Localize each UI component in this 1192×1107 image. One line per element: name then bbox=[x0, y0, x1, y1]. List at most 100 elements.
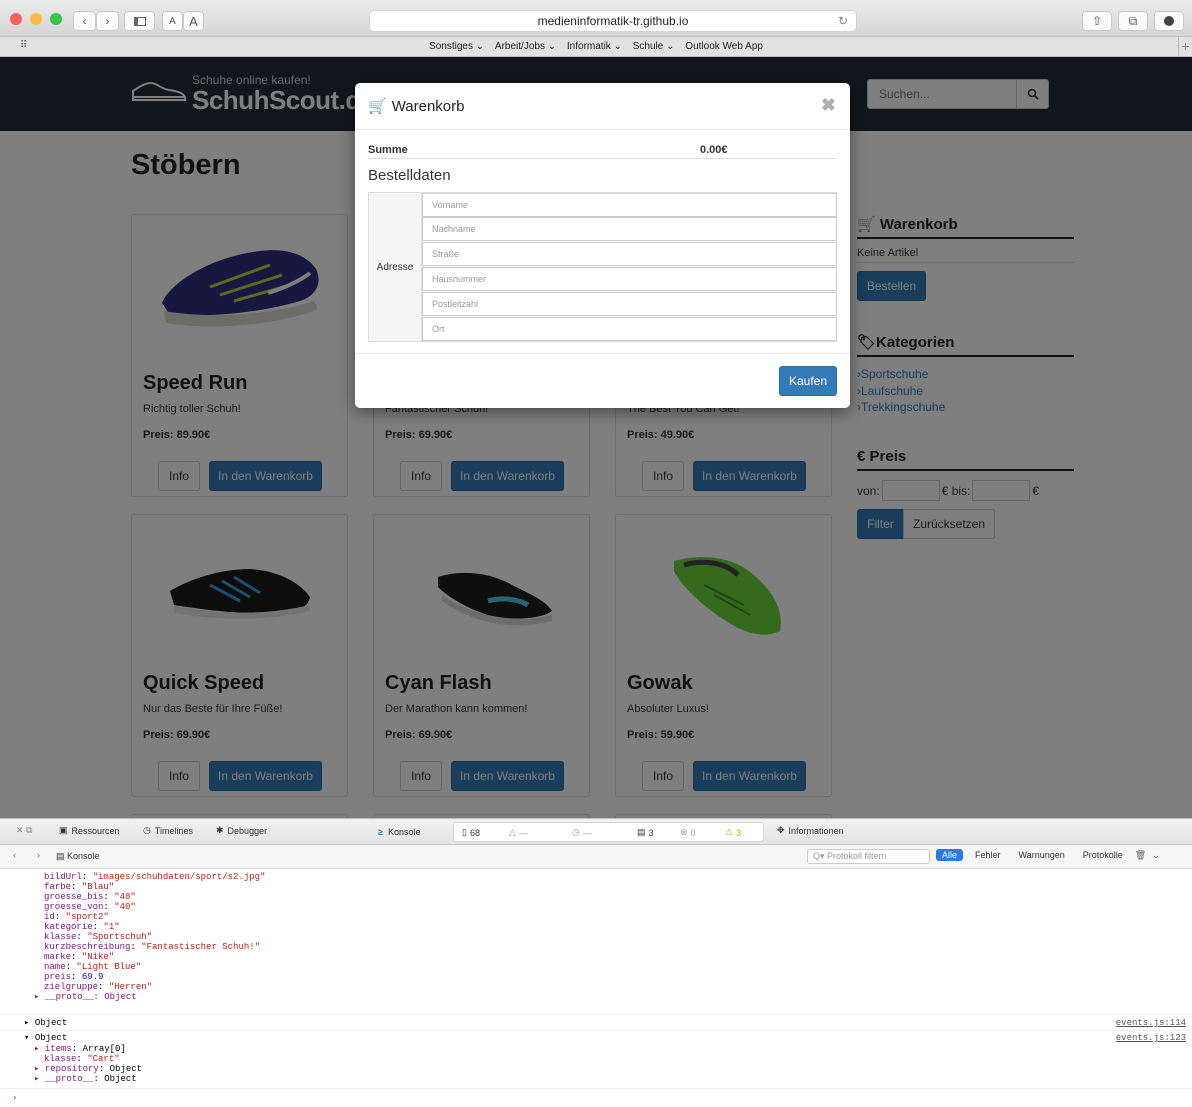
resources-icon: ▣ bbox=[59, 825, 68, 835]
reload-icon[interactable]: ↻ bbox=[838, 14, 848, 28]
source-link[interactable]: events.js:123 bbox=[1116, 1033, 1186, 1043]
console-prop: kategorie: "1" bbox=[44, 922, 120, 932]
console-divider bbox=[0, 1030, 1192, 1031]
log-filter-input[interactable]: Q▾ Protokoll filtern bbox=[807, 849, 930, 864]
city-field[interactable]: Ort bbox=[422, 317, 837, 341]
house-number-field[interactable]: Hausnummer bbox=[422, 267, 837, 291]
console-prop: farbe: "Blau" bbox=[44, 882, 115, 892]
url-text: medieninformatik-tr.github.io bbox=[537, 14, 689, 28]
bookmark-sonstiges[interactable]: Sonstiges ⌄ bbox=[429, 41, 484, 52]
scope-warnings[interactable]: Warnungen bbox=[1013, 849, 1071, 861]
console-breadcrumb[interactable]: ▤ Konsole bbox=[56, 851, 100, 862]
console-prop: klasse: "Cart" bbox=[44, 1054, 120, 1064]
bookmark-outlook[interactable]: Outlook Web App bbox=[685, 41, 763, 52]
bookmark-arbeit-jobs[interactable]: Arbeit/Jobs ⌄ bbox=[495, 41, 556, 52]
back-icon[interactable]: ‹ bbox=[13, 850, 16, 860]
forward-button[interactable]: › bbox=[96, 11, 119, 31]
console-prop[interactable]: ▸ __proto__: Object bbox=[34, 1074, 137, 1084]
tab-timelines[interactable]: ◷ Timelines bbox=[143, 825, 193, 836]
bookmark-informatik[interactable]: Informatik ⌄ bbox=[567, 41, 622, 52]
console-prop: name: "Light Blue" bbox=[44, 962, 142, 972]
bookmark-schule[interactable]: Schule ⌄ bbox=[633, 41, 675, 52]
modal-footer: Kaufen bbox=[355, 353, 850, 408]
sidebar-toggle-button[interactable] bbox=[124, 11, 155, 31]
time-count[interactable]: ◷ — bbox=[572, 827, 592, 838]
address-bar[interactable]: medieninformatik-tr.github.io ↻ bbox=[369, 10, 857, 32]
address-label: Adresse bbox=[369, 193, 422, 341]
close-icon[interactable]: ✖ bbox=[821, 95, 836, 116]
chevron-right-icon: › bbox=[105, 14, 110, 28]
close-devtools-icon[interactable]: ✕ ⧉ bbox=[16, 825, 32, 836]
scope-logs[interactable]: Protokolle bbox=[1077, 849, 1129, 861]
tab-debugger[interactable]: ✱ Debugger bbox=[216, 825, 267, 836]
message-count[interactable]: ▤ 3 bbox=[637, 827, 654, 838]
buy-button[interactable]: Kaufen bbox=[779, 366, 837, 396]
devtools-tab-bar: ✕ ⧉ ▣ Ressourcen ◷ Timelines ✱ Debugger ≥ K… bbox=[0, 818, 1192, 845]
last-name-field[interactable]: Nachname bbox=[422, 217, 837, 241]
network-icon: △ bbox=[509, 827, 516, 837]
console-prop: preis: 69.9 bbox=[44, 972, 104, 982]
tab-console[interactable]: ≥ Konsole bbox=[378, 821, 450, 843]
tab-information[interactable]: ✥ Informationen bbox=[777, 825, 844, 836]
console-prop[interactable]: ▸ items: Array[0] bbox=[34, 1044, 126, 1054]
tab-resources[interactable]: ▣ Ressourcen bbox=[59, 825, 120, 836]
network-count[interactable]: △ — bbox=[509, 827, 528, 838]
console-prop: zielgruppe: "Herren" bbox=[44, 982, 153, 992]
first-name-field[interactable]: Vorname bbox=[422, 193, 837, 217]
document-icon: ▯ bbox=[462, 827, 467, 837]
scope-errors[interactable]: Fehler bbox=[969, 849, 1007, 861]
close-window-button[interactable] bbox=[10, 13, 22, 25]
console-prop: klasse: "Sportschuh" bbox=[44, 932, 153, 942]
zoom-window-button[interactable] bbox=[50, 13, 62, 25]
download-icon bbox=[1164, 16, 1174, 26]
font-larger-button[interactable]: A bbox=[183, 11, 204, 31]
error-icon: ⊗ bbox=[680, 827, 688, 837]
console-prop[interactable]: ▸ repository: Object bbox=[34, 1064, 142, 1074]
console-prop: groesse_bis: "48" bbox=[44, 892, 136, 902]
sidebar-icon bbox=[133, 16, 146, 26]
bug-icon: ✱ bbox=[216, 825, 224, 835]
message-icon: ▤ bbox=[637, 827, 646, 837]
console-prop: groesse_von: "40" bbox=[44, 902, 136, 912]
modal-title: 🛒 Warenkorb bbox=[368, 97, 465, 116]
console-proto[interactable]: ▸ __proto__: Object bbox=[34, 992, 137, 1002]
font-smaller-button[interactable]: A bbox=[162, 11, 183, 31]
tabs-overview-button[interactable]: ⧉ bbox=[1118, 11, 1148, 31]
console-toolbar: ‹ › ▤ Konsole Q▾ Protokoll filtern Alle … bbox=[0, 845, 1192, 869]
source-link[interactable]: events.js:114 bbox=[1116, 1018, 1186, 1028]
console-small-icon: ▤ bbox=[56, 851, 65, 861]
console-prop: kurzbeschreibung: "Fantastischer Schuh!" bbox=[44, 942, 261, 952]
log-scope-filter: Alle Fehler Warnungen Protokolle 🗑 ⌄ bbox=[936, 849, 1160, 861]
downloads-button[interactable] bbox=[1154, 11, 1184, 31]
web-page: Schuhe online kaufen! SchuhScout.de Stöb… bbox=[0, 57, 1192, 818]
forward-icon[interactable]: › bbox=[37, 850, 40, 860]
tabs-icon: ⧉ bbox=[1128, 13, 1138, 28]
back-button[interactable]: ‹ bbox=[73, 11, 96, 31]
activity-counters: ▯ 68 △ — ◷ — ▤ 3 ⊗ 0 ⚠ 3 bbox=[453, 822, 764, 842]
console-object-expanded[interactable]: ▾ Object bbox=[24, 1033, 67, 1043]
resource-count[interactable]: ▯ 68 bbox=[462, 827, 480, 838]
console-prop: marke: "Nike" bbox=[44, 952, 115, 962]
postal-code-field[interactable]: Postleitzahl bbox=[422, 292, 837, 316]
cart-icon: 🛒 bbox=[368, 98, 387, 115]
console-object-collapsed[interactable]: ▸ Object bbox=[24, 1018, 67, 1028]
chevron-down-icon[interactable]: ⌄ bbox=[1152, 850, 1160, 861]
order-data-heading: Bestelldaten bbox=[368, 167, 451, 184]
trash-icon[interactable]: 🗑 bbox=[1135, 850, 1146, 861]
cart-modal: 🛒 Warenkorb ✖ Summe 0.00€ Bestelldaten A… bbox=[355, 83, 850, 408]
console-prompt[interactable]: › bbox=[12, 1093, 17, 1103]
scope-all[interactable]: Alle bbox=[936, 849, 964, 861]
console-divider bbox=[0, 1014, 1192, 1015]
app-window: ‹ › A A medieninformatik-tr.github.io ↻ … bbox=[0, 0, 1192, 1107]
sum-row: Summe 0.00€ bbox=[368, 143, 837, 159]
error-count[interactable]: ⊗ 0 bbox=[680, 827, 696, 838]
modal-header: 🛒 Warenkorb ✖ bbox=[355, 83, 850, 130]
sum-value: 0.00€ bbox=[700, 144, 728, 156]
new-tab-button[interactable]: + bbox=[1178, 37, 1192, 57]
minimize-window-button[interactable] bbox=[30, 13, 42, 25]
timer-icon: ◷ bbox=[572, 827, 580, 837]
share-button[interactable]: ⇧ bbox=[1082, 11, 1112, 31]
warning-count[interactable]: ⚠ 3 bbox=[725, 827, 741, 838]
street-field[interactable]: Straße bbox=[422, 242, 837, 266]
bookmarks-bar: ⠿ Sonstiges ⌄ Arbeit/Jobs ⌄ Informatik ⌄… bbox=[0, 37, 1192, 57]
